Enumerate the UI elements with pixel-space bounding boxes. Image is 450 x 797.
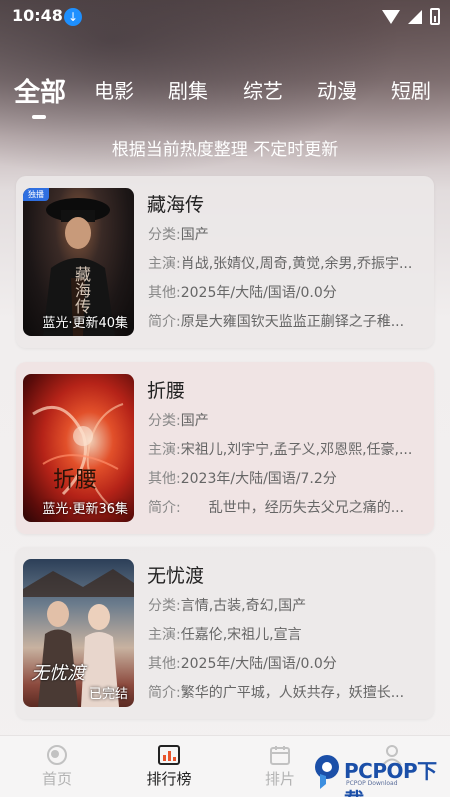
item-title: 折腰 bbox=[147, 380, 186, 402]
signal-icon bbox=[408, 9, 422, 24]
list-item[interactable]: 无忧渡 已完结 无忧渡 分类:言情,古装,奇幻,国产 主演:任嘉伦,宋祖儿,宣言… bbox=[16, 547, 434, 719]
watermark: PCPOP下载 PCPOP Download bbox=[310, 752, 450, 797]
tab-variety[interactable]: 综艺 bbox=[243, 75, 283, 104]
poster-title-art: 折腰 bbox=[53, 468, 98, 493]
nav-home[interactable]: 首页 bbox=[17, 744, 97, 789]
poster-label: 已完结 bbox=[88, 687, 128, 702]
list-item[interactable]: 独播 藏海传 蓝光·更新40集 藏海传 分类:国产 主演:肖战,张婧仪,周奇,黄… bbox=[16, 176, 434, 348]
watermark-subtext: PCPOP Download bbox=[346, 780, 398, 787]
nav-ranking[interactable]: 排行榜 bbox=[129, 744, 209, 789]
poster-image: 无忧渡 已完结 bbox=[23, 559, 134, 707]
watermark-text: PCPOP下载 bbox=[344, 759, 437, 797]
download-icon: ↓ bbox=[64, 8, 82, 26]
item-other: 其他:2025年/大陆/国语/0.0分 bbox=[148, 285, 337, 301]
wifi-icon bbox=[382, 9, 400, 24]
active-tab-indicator bbox=[32, 115, 46, 119]
nav-home-label: 首页 bbox=[41, 770, 72, 788]
status-time: 10:48 bbox=[12, 6, 63, 25]
item-other: 其他:2025年/大陆/国语/0.0分 bbox=[148, 656, 337, 672]
exclusive-badge: 独播 bbox=[23, 188, 49, 201]
item-intro: 简介:原是大雍国钦天监监正蒯铎之子稚... bbox=[148, 314, 405, 330]
ranking-icon bbox=[158, 745, 180, 765]
list-item[interactable]: 折腰 蓝光·更新36集 折腰 分类:国产 主演:宋祖儿,刘宇宁,孟子义,邓恩熙,… bbox=[16, 362, 434, 534]
tab-all[interactable]: 全部 bbox=[14, 72, 66, 109]
poster-title-art: 藏海传 bbox=[72, 266, 91, 314]
item-category: 分类:国产 bbox=[148, 227, 209, 243]
item-title: 藏海传 bbox=[147, 194, 205, 216]
ranking-subtitle: 根据当前热度整理 不定时更新 bbox=[111, 140, 339, 160]
tab-anime[interactable]: 动漫 bbox=[317, 75, 357, 104]
item-cast: 主演:宋祖儿,刘宇宁,孟子义,邓恩熙,任豪,... bbox=[148, 442, 413, 458]
poster-title-art: 无忧渡 bbox=[31, 663, 85, 684]
tab-movies[interactable]: 电影 bbox=[94, 75, 134, 104]
nav-schedule-label: 排片 bbox=[264, 770, 295, 788]
item-cast: 主演:肖战,张婧仪,周奇,黄觉,余男,乔振宇... bbox=[148, 256, 413, 272]
tab-series[interactable]: 剧集 bbox=[168, 75, 208, 104]
status-bar: 10:48 ↓ bbox=[0, 0, 450, 34]
item-cast: 主演:任嘉伦,宋祖儿,宣言 bbox=[148, 627, 302, 643]
item-intro: 简介: 乱世中，经历失去父兄之痛的... bbox=[148, 500, 405, 516]
nav-schedule[interactable]: 排片 bbox=[240, 744, 320, 789]
poster-label: 蓝光·更新36集 bbox=[42, 502, 128, 517]
nav-ranking-label: 排行榜 bbox=[146, 770, 192, 788]
calendar-icon bbox=[270, 746, 290, 765]
status-icons bbox=[382, 8, 440, 25]
tab-short-drama[interactable]: 短剧 bbox=[391, 75, 431, 104]
item-other: 其他:2023年/大陆/国语/7.2分 bbox=[148, 471, 337, 487]
item-title: 无忧渡 bbox=[147, 565, 205, 587]
category-tabs: 全部 电影 剧集 综艺 动漫 短剧 bbox=[0, 75, 450, 125]
battery-icon bbox=[430, 8, 440, 25]
watermark-logo-icon bbox=[315, 755, 339, 789]
item-intro: 简介:繁华的广平城，人妖共存，妖擅长... bbox=[148, 685, 405, 701]
poster-label: 蓝光·更新40集 bbox=[42, 316, 128, 331]
item-category: 分类:国产 bbox=[148, 413, 209, 429]
poster-image: 独播 藏海传 蓝光·更新40集 bbox=[23, 188, 134, 336]
home-icon bbox=[47, 745, 67, 765]
poster-image: 折腰 蓝光·更新36集 bbox=[23, 374, 134, 522]
item-category: 分类:言情,古装,奇幻,国产 bbox=[148, 598, 307, 614]
